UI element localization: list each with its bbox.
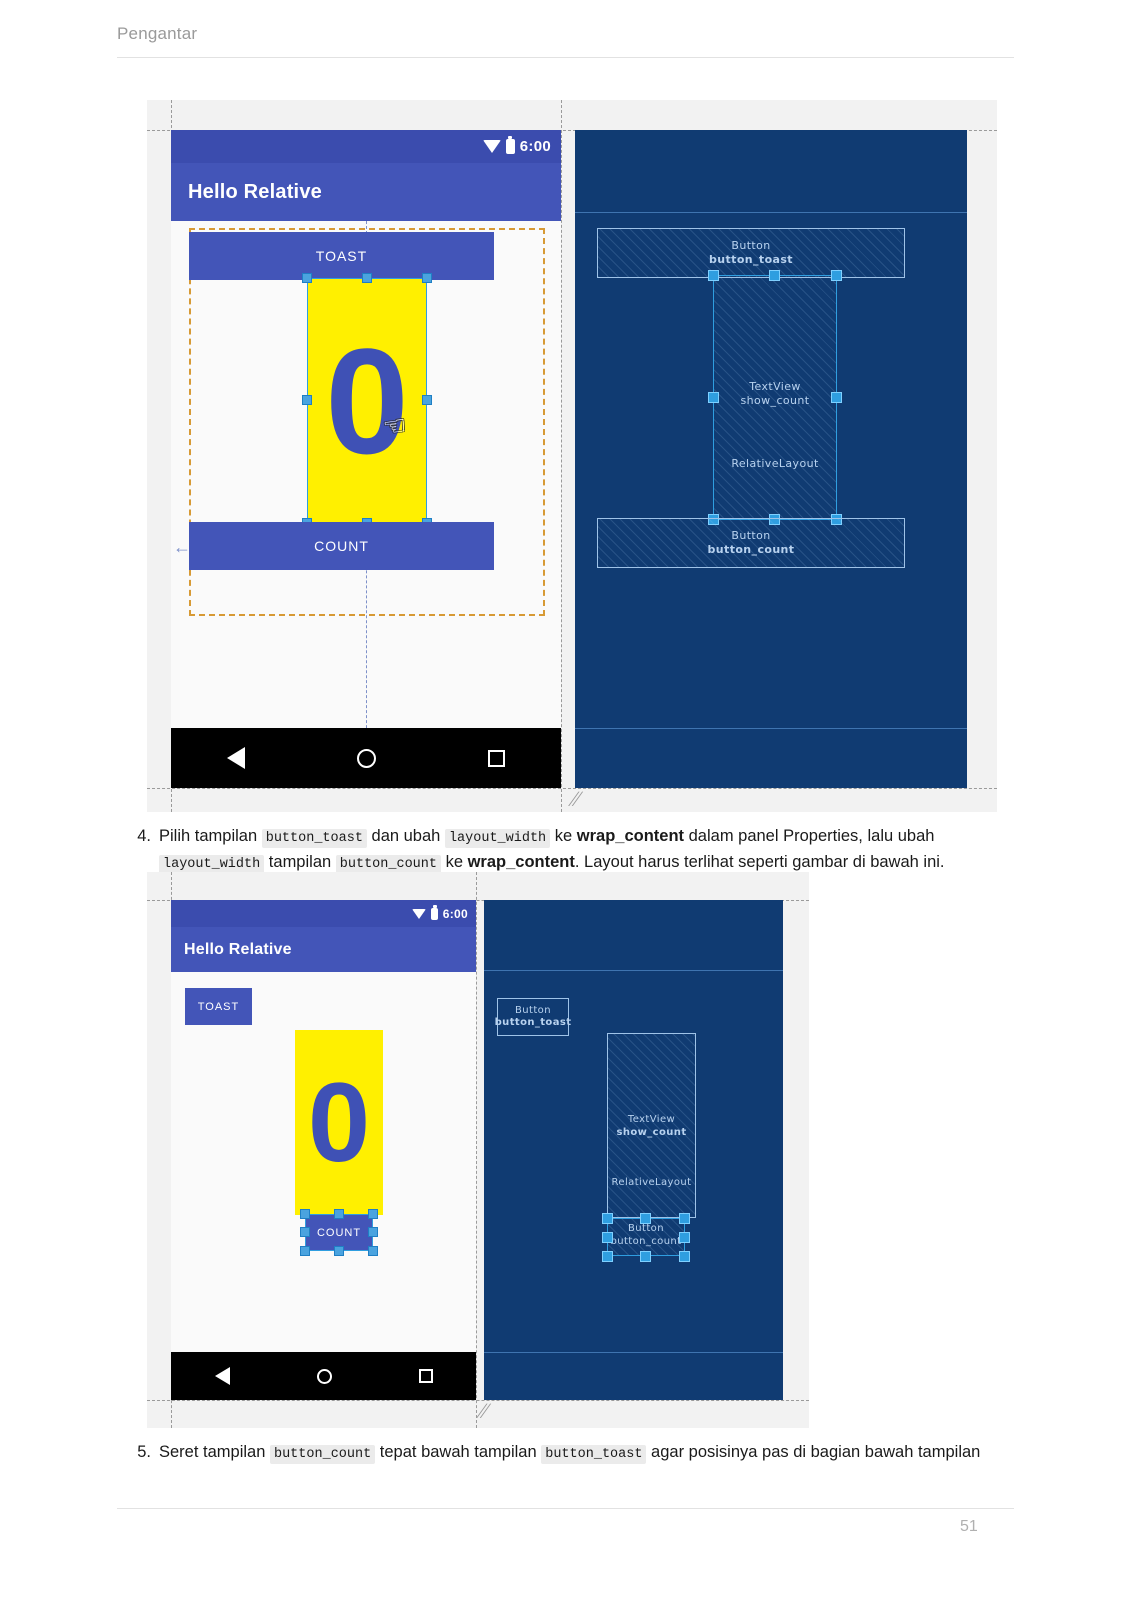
- blueprint-node-type: Button: [515, 1004, 551, 1016]
- page-header: Pengantar: [0, 0, 1131, 60]
- code-button-count: button_count: [269, 1445, 376, 1464]
- app-bar-title: Hello Relative: [188, 180, 322, 203]
- wifi-icon: [482, 140, 501, 153]
- blueprint-node-button-count[interactable]: Button button_count: [597, 518, 905, 568]
- blueprint-handle-mid-right[interactable]: [831, 392, 842, 403]
- blueprint-handle-bottom-left[interactable]: [602, 1251, 613, 1262]
- blueprint-top-divider: [484, 970, 783, 971]
- blueprint-handle-top-center[interactable]: [640, 1213, 651, 1224]
- blueprint-node-type: Button: [731, 239, 771, 253]
- step-4: 4. Pilih tampilan button_toast dan ubah …: [125, 824, 1015, 876]
- button-count[interactable]: COUNT: [305, 1214, 373, 1251]
- status-bar-time: 6:00: [519, 138, 551, 155]
- blueprint-handle-top-left[interactable]: [708, 270, 719, 281]
- battery-icon: [505, 136, 515, 154]
- back-icon[interactable]: [214, 1367, 230, 1385]
- blueprint-node-id: show_count: [616, 1126, 687, 1138]
- button-count-label: COUNT: [314, 538, 369, 554]
- blueprint-node-id: button_toast: [709, 253, 793, 266]
- page-header-title: Pengantar: [117, 24, 198, 43]
- status-bar: 6:00: [171, 130, 561, 163]
- blueprint-handle-top-right[interactable]: [679, 1213, 690, 1224]
- back-icon[interactable]: [227, 747, 245, 769]
- design-preview-pane[interactable]: 6:00 Hello Relative TOAST 0 ☜ COUNT ←: [171, 130, 561, 788]
- code-layout-width: layout_width: [444, 829, 551, 848]
- blueprint-bottom-divider: [484, 1352, 783, 1353]
- app-bar: Hello Relative: [171, 927, 476, 972]
- code-button-toast: button_toast: [541, 1445, 647, 1464]
- home-icon[interactable]: [316, 1368, 332, 1384]
- blueprint-handle-top-right[interactable]: [831, 270, 842, 281]
- footer-divider: [117, 1508, 1014, 1509]
- blueprint-container-label: RelativeLayout: [731, 457, 819, 470]
- blueprint-bottom-divider: [575, 728, 967, 729]
- blueprint-node-show-count[interactable]: TextView show_count: [607, 1033, 696, 1218]
- step-5-number: 5.: [137, 1443, 151, 1461]
- blueprint-node-id: button_count: [707, 543, 795, 556]
- button-count-label: COUNT: [316, 1226, 362, 1239]
- blueprint-container-label: RelativeLayout: [611, 1177, 692, 1188]
- page-number: 51: [960, 1518, 978, 1535]
- textview-show-count: 0: [295, 1030, 383, 1215]
- blueprint-node-type: Button: [628, 1223, 664, 1234]
- step-4-body: Pilih tampilan button_toast dan ubah lay…: [159, 827, 945, 874]
- emphasis-wrap-content-2: wrap_content: [467, 852, 575, 871]
- blueprint-node-button-toast[interactable]: Button button_toast: [494, 998, 572, 1036]
- resize-corner-icon[interactable]: ∕∕: [572, 788, 579, 810]
- design-preview-pane[interactable]: 6:00 Hello Relative TOAST 0 COUNT: [171, 900, 476, 1400]
- button-toast[interactable]: TOAST: [185, 988, 252, 1025]
- blueprint-handle-top-center[interactable]: [769, 270, 780, 281]
- blueprint-handle-mid-right[interactable]: [679, 1232, 690, 1243]
- button-toast[interactable]: TOAST: [189, 232, 494, 280]
- blueprint-node-type: TextView: [627, 1114, 676, 1125]
- figure-layout-editor-after: 6:00 Hello Relative TOAST 0 COUNT Button…: [147, 872, 809, 1428]
- blueprint-pane[interactable]: Button button_toast TextView show_count …: [575, 130, 967, 788]
- button-count[interactable]: COUNT: [189, 522, 494, 570]
- code-button-toast: button_toast: [261, 829, 367, 848]
- app-bar: Hello Relative: [171, 163, 561, 221]
- blueprint-handle-bottom-right[interactable]: [679, 1251, 690, 1262]
- header-divider: [117, 57, 1014, 58]
- figure-layout-editor-before: 6:00 Hello Relative TOAST 0 ☜ COUNT ← Bu…: [147, 100, 997, 812]
- blueprint-node-type: TextView: [749, 380, 801, 393]
- guide-line-vertical-right: [561, 100, 562, 812]
- blueprint-node-button-toast[interactable]: Button button_toast: [597, 228, 905, 278]
- blueprint-handle-mid-left[interactable]: [602, 1232, 613, 1243]
- app-bar-title: Hello Relative: [184, 940, 292, 958]
- navigation-bar: [171, 728, 561, 788]
- button-toast-label: TOAST: [315, 248, 368, 264]
- home-icon[interactable]: [357, 748, 376, 768]
- blueprint-node-type: Button: [731, 529, 771, 543]
- textview-show-count-value: 0: [325, 316, 409, 485]
- recent-apps-icon[interactable]: [488, 749, 505, 767]
- resize-corner-icon[interactable]: ∕∕: [480, 1400, 487, 1422]
- blueprint-pane[interactable]: Button button_toast TextView show_count …: [484, 900, 783, 1400]
- wifi-icon: [411, 908, 426, 919]
- navigation-bar: [171, 1352, 476, 1400]
- status-bar-time: 6:00: [442, 906, 468, 921]
- blueprint-node-id: show_count: [740, 393, 810, 407]
- textview-show-count-value: 0: [307, 1059, 371, 1185]
- recent-apps-icon[interactable]: [418, 1369, 433, 1383]
- guide-line-vertical-right: [476, 872, 477, 1428]
- blueprint-handle-bottom-center[interactable]: [640, 1251, 651, 1262]
- blueprint-show-count-label: TextView show_count: [713, 380, 837, 408]
- blueprint-node-id: button_count: [610, 1235, 682, 1247]
- step-5: 5. Seret tampilan button_count tepat baw…: [125, 1440, 1015, 1466]
- step-4-number: 4.: [137, 827, 151, 845]
- hand-pointer-cursor: ☜: [381, 409, 409, 443]
- step-5-body: Seret tampilan button_count tepat bawah …: [159, 1443, 981, 1464]
- button-toast-label: TOAST: [197, 1000, 240, 1013]
- blueprint-handle-top-left[interactable]: [602, 1213, 613, 1224]
- alignment-arrow-icon: ←: [173, 537, 191, 557]
- blueprint-handle-mid-left[interactable]: [708, 392, 719, 403]
- emphasis-wrap-content: wrap_content: [576, 827, 685, 845]
- blueprint-button-count-label: Button button_count: [602, 1223, 690, 1248]
- guide-line-horizontal-bottom: [147, 1400, 809, 1401]
- textview-show-count[interactable]: 0: [307, 278, 427, 523]
- status-bar: 6:00: [171, 900, 476, 927]
- battery-icon: [430, 904, 438, 920]
- blueprint-node-id: button_toast: [494, 1017, 572, 1028]
- blueprint-top-divider: [575, 212, 967, 213]
